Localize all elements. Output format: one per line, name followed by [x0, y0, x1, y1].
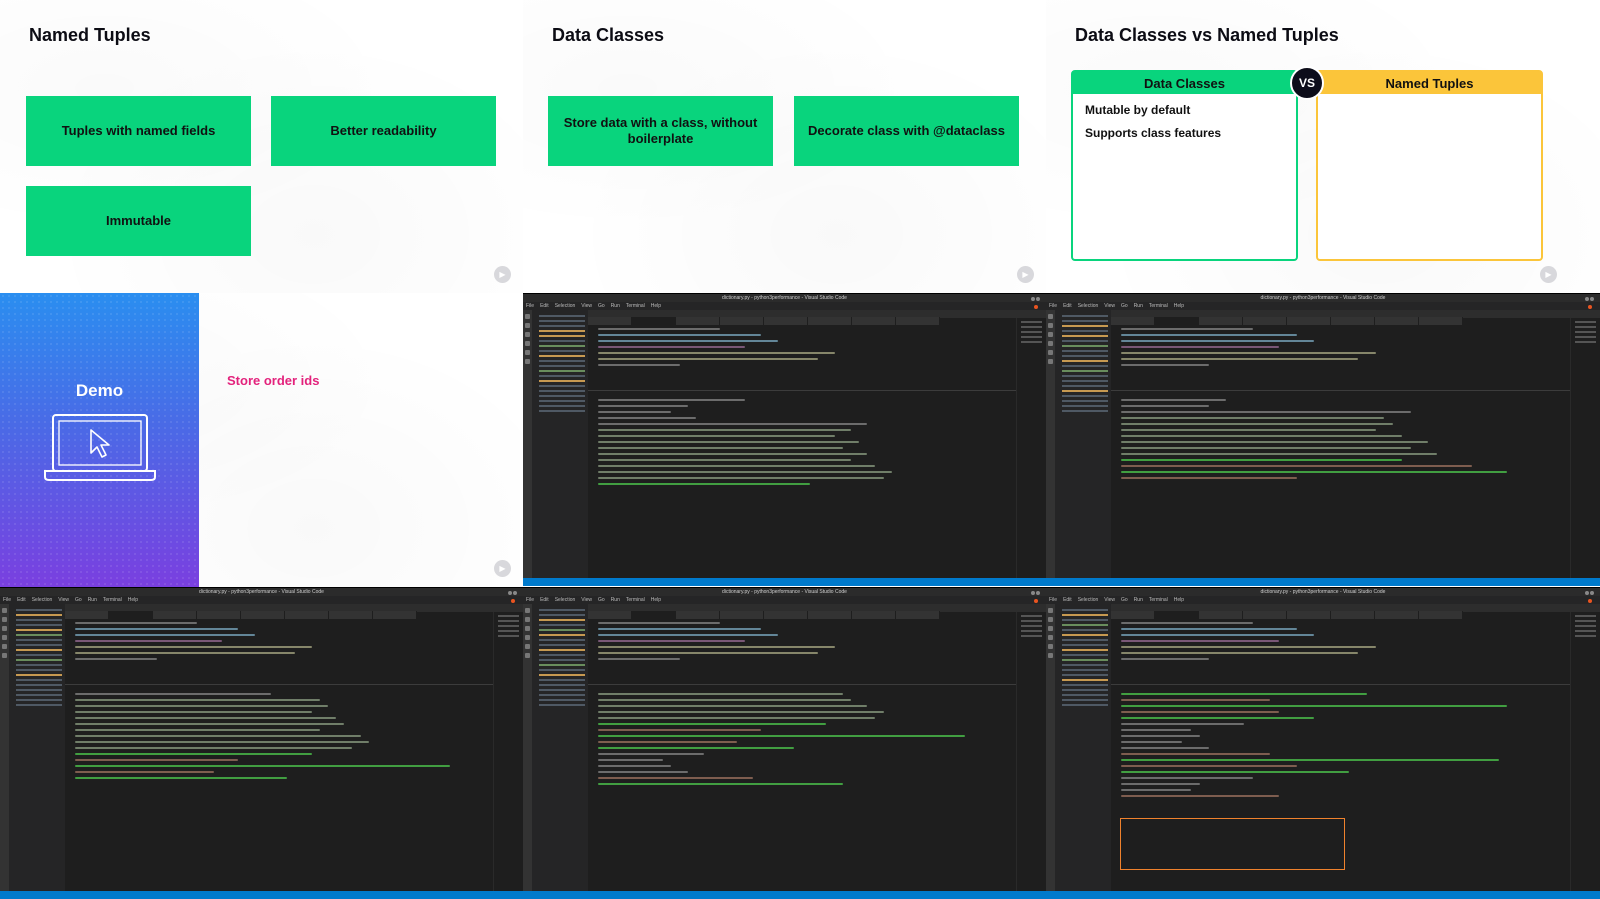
box-tuples-with-named-fields: Tuples with named fields	[26, 96, 251, 166]
explorer-panel[interactable]	[9, 604, 65, 891]
explorer-panel[interactable]	[532, 604, 588, 891]
slide-title: Data Classes	[552, 25, 665, 45]
slide-data-classes: Data Classes Store data with a class, wi…	[523, 0, 1046, 293]
data-classes-item: Mutable by default	[1085, 103, 1191, 117]
status-bar	[523, 578, 1046, 586]
menu-bar[interactable]: File Edit Selection View Go Run Terminal Help	[523, 596, 1046, 604]
explorer-panel[interactable]	[1055, 604, 1111, 891]
minimap	[493, 612, 523, 891]
demo-panel: Demo	[0, 293, 199, 587]
code-editor[interactable]	[1111, 322, 1570, 384]
vscode-window: dictionary.py - python3performance - Vis…	[523, 293, 1046, 586]
demo-title: Demo	[75, 381, 124, 400]
code-editor[interactable]	[588, 322, 1016, 384]
minimap	[1016, 612, 1046, 891]
play-icon[interactable]: ▶	[1017, 266, 1034, 283]
store-order-ids-note: Store order ids	[227, 373, 320, 388]
slide-title: Data Classes vs Named Tuples	[1075, 25, 1339, 45]
editor-tabs[interactable]	[588, 310, 1046, 325]
window-title: dictionary.py - python3performance - Vis…	[0, 588, 523, 603]
activity-bar[interactable]	[1046, 310, 1055, 578]
editor-tabs[interactable]	[1111, 310, 1600, 325]
terminal-panel[interactable]	[588, 684, 1016, 889]
minimap	[1570, 612, 1600, 891]
vscode-window: dictionary.py - python3performance - Vis…	[523, 587, 1046, 899]
editor-tabs[interactable]	[65, 604, 523, 619]
box-decorate-class: Decorate class with @dataclass	[794, 96, 1019, 166]
editor-tabs[interactable]	[588, 604, 1046, 619]
explorer-panel[interactable]	[1055, 310, 1111, 578]
window-title: dictionary.py - python3performance - Vis…	[1046, 588, 1600, 603]
status-bar	[0, 891, 523, 899]
activity-bar[interactable]	[523, 310, 532, 578]
laptop-cursor-icon	[44, 414, 156, 481]
named-tuples-column: Named Tuples	[1316, 70, 1543, 261]
highlight-box	[1120, 818, 1345, 870]
menu-bar[interactable]: File Edit Selection View Go Run Terminal Help	[523, 302, 1046, 310]
activity-bar[interactable]	[523, 604, 532, 891]
terminal-panel[interactable]	[65, 684, 493, 889]
activity-bar[interactable]	[1046, 604, 1055, 891]
play-icon[interactable]: ▶	[494, 560, 511, 577]
minimap	[1570, 318, 1600, 578]
code-editor[interactable]	[65, 616, 493, 678]
window-title: dictionary.py - python3performance - Vis…	[1046, 294, 1600, 309]
terminal-panel[interactable]	[588, 390, 1016, 576]
vscode-window: dictionary.py - python3performance - Vis…	[0, 587, 523, 899]
minimap	[1016, 318, 1046, 578]
code-editor[interactable]	[588, 616, 1016, 678]
window-title: dictionary.py - python3performance - Vis…	[523, 588, 1046, 603]
menu-bar[interactable]: File Edit Selection View Go Run Terminal Help	[1046, 302, 1600, 310]
box-better-readability: Better readability	[271, 96, 496, 166]
menu-bar[interactable]: File Edit Selection View Go Run Terminal Help	[0, 596, 523, 604]
data-classes-column: Data Classes Mutable by default Supports…	[1071, 70, 1298, 261]
status-bar	[1046, 578, 1600, 586]
menu-bar[interactable]: File Edit Selection View Go Run Terminal Help	[1046, 596, 1600, 604]
vs-badge: VS	[1290, 66, 1324, 100]
slide-named-tuples: Named Tuples Tuples with named fields Be…	[0, 0, 523, 293]
data-classes-header: Data Classes	[1073, 72, 1296, 94]
status-bar	[1046, 891, 1600, 899]
data-classes-item: Supports class features	[1085, 126, 1222, 140]
editor-tabs[interactable]	[1111, 604, 1600, 619]
code-editor[interactable]	[1111, 616, 1570, 678]
box-immutable: Immutable	[26, 186, 251, 256]
play-icon[interactable]: ▶	[1540, 266, 1557, 283]
box-store-data-with-class: Store data with a class, without boilerp…	[548, 96, 773, 166]
vscode-window: dictionary.py - python3performance - Vis…	[1046, 293, 1600, 586]
terminal-panel[interactable]	[1111, 390, 1570, 576]
activity-bar[interactable]	[0, 604, 9, 891]
named-tuples-header: Named Tuples	[1318, 72, 1541, 94]
play-icon[interactable]: ▶	[494, 266, 511, 283]
slide-title: Named Tuples	[29, 25, 151, 45]
window-title: dictionary.py - python3performance - Vis…	[523, 294, 1046, 309]
status-bar	[523, 891, 1046, 899]
explorer-panel[interactable]	[532, 310, 588, 578]
